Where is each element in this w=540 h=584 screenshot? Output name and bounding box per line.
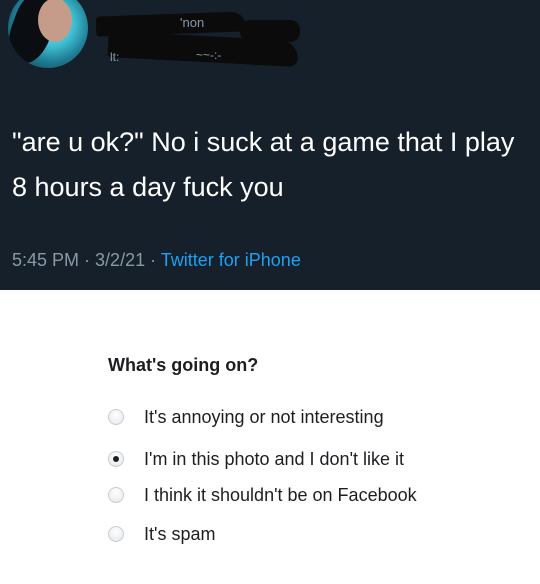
tweet-meta: 5:45 PM · 3/2/21 · Twitter for iPhone [12,250,301,271]
tweet-card: 'non lt: ~~-:- "are u ok?" No i suck at … [0,0,540,290]
tweet-text: "are u ok?" No i suck at a game that I p… [12,127,515,202]
tweet-date[interactable]: 3/2/21 [95,250,145,270]
radio-button-icon[interactable] [108,526,124,542]
report-option-label: It's annoying or not interesting [144,406,384,427]
report-option-spam[interactable]: It's spam [108,520,215,548]
meta-separator: · [145,250,161,270]
tweet-source-link[interactable]: Twitter for iPhone [161,250,301,270]
report-option-label: I'm in this photo and I don't like it [144,448,405,469]
report-option-label: It's spam [144,523,216,544]
redacted-display-name: 'non [180,15,205,30]
report-question-title: What's going on? [108,355,259,375]
report-panel: What's going on? It's annoying or not in… [0,290,540,584]
radio-button-icon[interactable] [108,409,124,425]
meta-separator: · [79,250,96,270]
radio-button-selected-icon[interactable] [108,451,124,467]
redacted-handle: ~~-:- [196,48,222,62]
radio-button-icon[interactable] [108,487,124,503]
report-option-not-on-facebook[interactable]: I think it shouldn't be on Facebook [108,481,417,509]
report-option-annoying[interactable]: It's annoying or not interesting [108,403,384,431]
avatar[interactable] [8,0,88,68]
tweet-time[interactable]: 5:45 PM [12,250,79,270]
report-option-label: I think it shouldn't be on Facebook [144,484,417,505]
report-option-in-photo[interactable]: I'm in this photo and I don't like it [108,445,404,473]
redacted-handle: lt: [110,50,120,64]
